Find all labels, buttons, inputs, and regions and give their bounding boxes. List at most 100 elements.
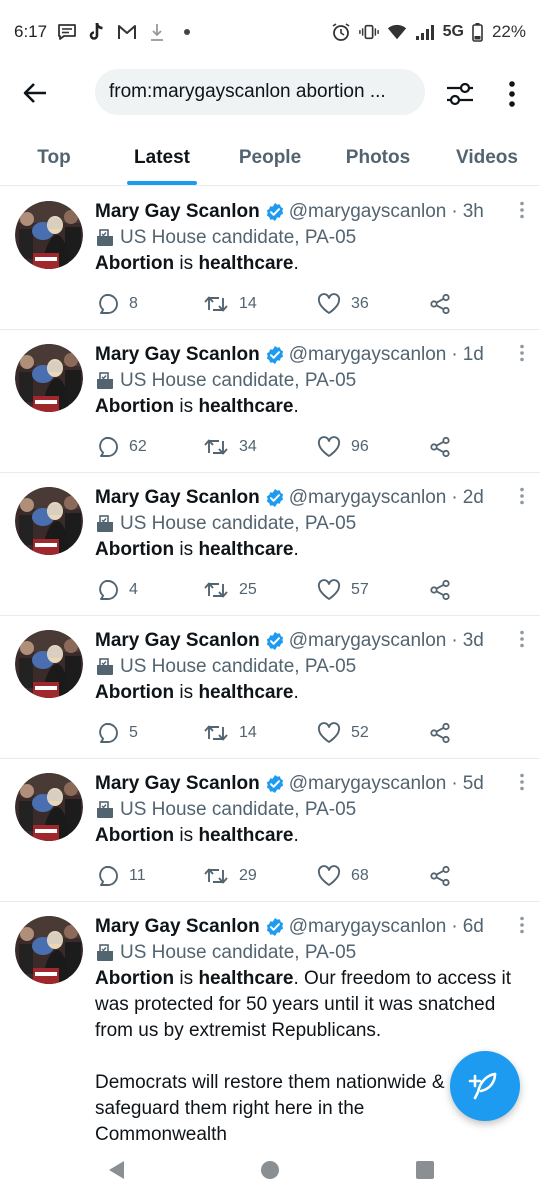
author-avatar[interactable]: [15, 201, 83, 269]
reply-button[interactable]: 11: [95, 863, 146, 889]
speech-bubble-icon: [99, 437, 118, 457]
tweet-time[interactable]: 1d: [463, 344, 484, 366]
account-label-text: US House candidate, PA-05: [120, 799, 357, 820]
tweet-menu-icon: [520, 916, 524, 934]
tweet-time[interactable]: 3d: [463, 630, 484, 652]
retweet-icon: [204, 439, 228, 455]
share-button[interactable]: [429, 291, 451, 317]
share-button[interactable]: [429, 863, 451, 889]
retweet-button[interactable]: 34: [203, 434, 257, 460]
author-handle[interactable]: @marygayscanlon: [289, 916, 447, 938]
author-handle[interactable]: @marygayscanlon: [289, 630, 447, 652]
verified-badge: [265, 917, 285, 937]
tab-photos[interactable]: Photos: [332, 130, 424, 186]
tweet-time[interactable]: 5d: [463, 773, 484, 795]
triangle-back-icon: [109, 1161, 124, 1179]
author-name[interactable]: Mary Gay Scanlon: [95, 344, 260, 366]
search-input[interactable]: from:marygayscanlon abortion ...: [95, 69, 425, 115]
author-avatar[interactable]: [15, 487, 83, 555]
author-name[interactable]: Mary Gay Scanlon: [95, 630, 260, 652]
status-bar: 6:17 5G 22%: [0, 0, 540, 64]
alarm-icon: [331, 22, 351, 42]
back-button[interactable]: [18, 76, 52, 110]
author-avatar[interactable]: [15, 344, 83, 412]
ballot-box-icon: [97, 229, 113, 246]
tweet-item[interactable]: Mary Gay Scanlon @marygayscanlon · 2d US…: [0, 473, 540, 616]
tweet-menu-icon: [520, 201, 524, 219]
author-handle[interactable]: @marygayscanlon: [289, 773, 447, 795]
system-navigation-bar: [0, 1140, 540, 1200]
network-type: 5G: [442, 23, 464, 40]
tweet-feed[interactable]: Mary Gay Scanlon @marygayscanlon · 3h US…: [0, 187, 540, 1140]
ballot-box-icon: [97, 515, 113, 532]
tweet-time[interactable]: 2d: [463, 487, 484, 509]
share-button[interactable]: [429, 577, 451, 603]
reply-count: 4: [129, 581, 138, 598]
separator-dot: ·: [451, 916, 458, 937]
tweet-time[interactable]: 3h: [463, 201, 484, 223]
tab-latest[interactable]: Latest: [118, 130, 206, 186]
heart-icon: [317, 865, 341, 886]
author-avatar[interactable]: [15, 916, 83, 984]
author-avatar[interactable]: [15, 773, 83, 841]
share-icon: [430, 865, 450, 887]
reply-button[interactable]: 5: [95, 720, 138, 746]
tweet-item[interactable]: Mary Gay Scanlon @marygayscanlon · 1d US…: [0, 330, 540, 473]
verified-badge: [265, 345, 285, 365]
nav-recents-button[interactable]: [413, 1158, 437, 1182]
author-avatar[interactable]: [15, 630, 83, 698]
nav-back-button[interactable]: [104, 1158, 128, 1182]
like-button[interactable]: 96: [317, 434, 369, 460]
tweet-menu-button[interactable]: [512, 771, 532, 793]
author-name[interactable]: Mary Gay Scanlon: [95, 916, 260, 938]
tweet-time[interactable]: 6d: [463, 916, 484, 938]
retweet-count: 25: [239, 581, 257, 598]
tab-videos[interactable]: Videos: [442, 130, 532, 186]
tab-top[interactable]: Top: [16, 130, 92, 186]
share-button[interactable]: [429, 720, 451, 746]
author-handle[interactable]: @marygayscanlon: [289, 201, 447, 223]
search-query: from:marygayscanlon abortion ...: [109, 81, 386, 102]
tweet-menu-button[interactable]: [512, 342, 532, 364]
author-name[interactable]: Mary Gay Scanlon: [95, 487, 260, 509]
retweet-count: 14: [239, 295, 257, 312]
like-button[interactable]: 36: [317, 291, 369, 317]
compose-tweet-button[interactable]: [450, 1051, 520, 1121]
retweet-button[interactable]: 29: [203, 863, 257, 889]
search-filter-button[interactable]: [442, 76, 478, 112]
retweet-button[interactable]: 25: [203, 577, 257, 603]
tweet-item[interactable]: Mary Gay Scanlon @marygayscanlon · 5d US…: [0, 759, 540, 902]
retweet-button[interactable]: 14: [203, 291, 257, 317]
author-handle[interactable]: @marygayscanlon: [289, 344, 447, 366]
active-tab-indicator: [127, 181, 197, 185]
author-name[interactable]: Mary Gay Scanlon: [95, 773, 260, 795]
verified-badge-icon: [266, 918, 283, 936]
tweet-item[interactable]: Mary Gay Scanlon @marygayscanlon · 3h US…: [0, 187, 540, 330]
author-handle[interactable]: @marygayscanlon: [289, 487, 447, 509]
tweet-actions: 62 34 96: [95, 434, 475, 460]
tweet-text: Abortion is healthcare.: [95, 539, 299, 560]
verified-badge-icon: [266, 346, 283, 364]
tab-people[interactable]: People: [226, 130, 314, 186]
reply-button[interactable]: 4: [95, 577, 138, 603]
tweet-menu-button[interactable]: [512, 628, 532, 650]
verified-badge: [265, 202, 285, 222]
tweet-menu-button[interactable]: [512, 485, 532, 507]
nav-home-button[interactable]: [258, 1158, 282, 1182]
tweet-menu-button[interactable]: [512, 914, 532, 936]
share-button[interactable]: [429, 434, 451, 460]
like-button[interactable]: 68: [317, 863, 369, 889]
circle-home-icon: [261, 1161, 279, 1179]
reply-button[interactable]: 62: [95, 434, 147, 460]
reply-button[interactable]: 8: [95, 291, 138, 317]
retweet-button[interactable]: 14: [203, 720, 257, 746]
more-options-button[interactable]: [498, 76, 526, 112]
verified-badge: [265, 774, 285, 794]
author-name[interactable]: Mary Gay Scanlon: [95, 201, 260, 223]
like-button[interactable]: 52: [317, 720, 369, 746]
tweet-text: Abortion is healthcare. Our freedom to a…: [95, 968, 512, 1041]
tweet-item[interactable]: Mary Gay Scanlon @marygayscanlon · 3d US…: [0, 616, 540, 759]
tweet-menu-button[interactable]: [512, 199, 532, 221]
retweet-icon: [204, 296, 228, 312]
like-button[interactable]: 57: [317, 577, 369, 603]
